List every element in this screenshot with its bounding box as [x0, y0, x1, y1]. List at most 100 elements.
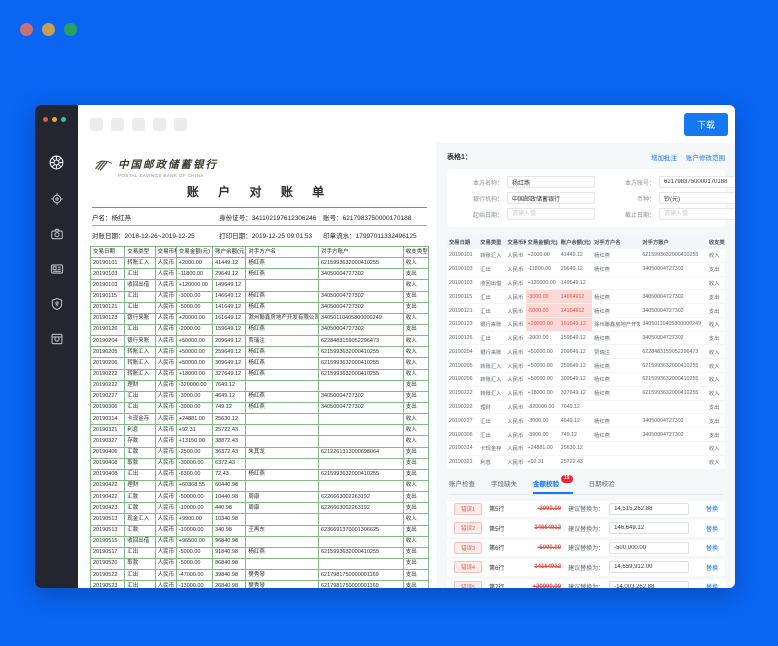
replace-button[interactable]: 替换 — [706, 582, 718, 588]
extracted-table-row[interactable]: 20190306 汇出 人民币 -3900.00 749.12 杨红燕 34050004… — [447, 427, 725, 442]
validation-tab[interactable]: 账户检查 — [449, 478, 475, 494]
error-row: 错误2 第5行 14664912 建议替换为： 替换 — [447, 520, 725, 537]
statement-table-row: 20190522 汇出 人民币 -47000.00 39840.98 樊秀琴 62179… — [89, 569, 430, 582]
error-old-value: -3000.00 — [537, 505, 562, 512]
zoom-icon[interactable] — [61, 117, 66, 122]
camera-icon[interactable] — [50, 227, 64, 241]
error-row: 错误1 第5行 -3000.00 建议替换为： 替换 — [447, 500, 725, 517]
extracted-table-row[interactable]: 20190321 利息 人民币 +92.31 25722.43 收入 — [447, 455, 725, 470]
zoom-icon[interactable] — [64, 23, 77, 36]
replacement-value-input[interactable] — [609, 541, 690, 554]
replace-button[interactable]: 替换 — [706, 543, 718, 552]
error-tag: 错误1 — [454, 502, 483, 515]
download-button[interactable]: 下载 — [683, 112, 728, 136]
replacement-value-input[interactable] — [609, 502, 690, 515]
extracted-table-row[interactable]: 20190101 转账汇入 人民币 +2000.00 41449.12 杨红燕 6215… — [447, 249, 725, 263]
statement-table-row: 20190406 汇款 人民币 -2500.00 36372.43 朱其龙 621226… — [89, 446, 430, 459]
extracted-table-row[interactable]: 20190222 理财 人民币 -320000.00 7649.12 支出 — [447, 400, 725, 415]
seal-serial: 17997011332496125 — [355, 232, 417, 240]
app-logo-icon[interactable] — [48, 154, 65, 171]
replace-button[interactable]: 替换 — [706, 504, 718, 513]
validation-tab[interactable]: 金额校验19 — [533, 474, 573, 494]
toolbar-placeholder-tab[interactable] — [90, 117, 103, 131]
currency-field[interactable] — [659, 192, 735, 204]
suggest-label: 建议替换为： — [568, 507, 605, 514]
bank-name-en: POSTAL SAVINGS BANK OF CHINA — [118, 173, 204, 178]
statement-table-row: 20190121 汇出 人民币 -5000.00 141649.12 杨红燕 34050… — [89, 301, 430, 314]
replace-button[interactable]: 替换 — [706, 563, 718, 572]
extracted-table-row[interactable]: 20190206 转账汇入 人民币 +50000.00 309649.12 杨红燕 62… — [447, 372, 725, 387]
add-annotation-link[interactable]: 增加批注 — [651, 152, 677, 162]
database-icon[interactable] — [50, 332, 64, 346]
extracted-table-row[interactable]: 20190227 汇出 人民币 -3000.00 4649.12 杨红燕 3405000… — [447, 413, 725, 429]
statement-table-row: 20190422 理财 人民币 +60368.55 60440.98 收入 — [89, 479, 430, 493]
statement-table-row: 20190103 汇出 人民币 -11800.00 29649.12 杨红燕 34050… — [89, 268, 430, 281]
print-date: 2019-12-25 09:01:53 — [251, 232, 313, 240]
account-label: 本方账号： — [624, 180, 655, 187]
statement-title: 账 户 对 账 单 — [186, 185, 333, 199]
validation-tab[interactable]: 日期校验 — [589, 478, 615, 494]
statement-table-row: 20190327 存款 人民币 +13150.00 38872.43 收入 — [89, 435, 430, 448]
name-field[interactable] — [507, 176, 595, 188]
error-line-ref: 第7行 — [489, 582, 515, 588]
minimize-icon[interactable] — [42, 23, 55, 36]
id-card-icon[interactable] — [50, 262, 64, 276]
account-field[interactable] — [659, 176, 735, 188]
extracted-table-row[interactable]: 20190126 汇出 人民币 -2000.00 159649.12 杨红燕 34050… — [447, 331, 725, 346]
statement-period: 2018-12-26~2019-12-25 — [124, 232, 195, 240]
extracted-table-row[interactable]: 20190222 转账汇入 人民币 +18000.00 327649.12 杨红燕 62… — [447, 386, 725, 401]
replacement-value-input[interactable] — [609, 561, 690, 574]
statement-table-row: 20190408 取款 人民币 -30000.00 6372.43 支出 — [89, 457, 430, 470]
replacement-value-input[interactable] — [609, 522, 690, 535]
extracted-table-row[interactable]: 20190115 汇出 人民币 -3000.00 14664912 杨红燕 340500… — [447, 289, 725, 305]
statement-table-row: 20190520 取款 人民币 -5000.00 86840.98 支出 — [89, 557, 430, 571]
suggest-label: 建议替换为： — [568, 526, 605, 533]
extracted-table-row[interactable]: 20190204 银行来账 人民币 +50000.00 209649.12 贾瑞注 62… — [447, 344, 725, 360]
error-line-ref: 第6行 — [489, 565, 505, 572]
end-date-field[interactable] — [659, 208, 735, 220]
validation-tab[interactable]: 字段缺失 — [491, 478, 517, 494]
toolbar-placeholder-tab[interactable] — [111, 117, 124, 131]
gear-icon[interactable] — [50, 192, 64, 206]
statement-table-row: 20190123 银行来账 人民币 +20000.00 161649.12 滁州聯鑫房地… — [89, 312, 430, 325]
statement-table-row: 20190423 汇款 人民币 -10000.00 440.98 周康 62266630… — [89, 502, 430, 515]
extracted-table-row[interactable]: 20190103 汇出 人民币 -11800.00 29649.12 杨红燕 34050… — [447, 262, 725, 277]
extracted-table-row[interactable]: 20190205 转账汇入 人民币 +50000.00 259649.12 杨红燕 62… — [447, 358, 725, 374]
start-date-field[interactable] — [507, 208, 595, 220]
suggest-label: 建议替换为： — [568, 565, 605, 572]
error-row: 错误5 第7行 +20000.00 建议替换为： 替换 — [447, 578, 725, 588]
inner-window-controls — [35, 117, 66, 122]
error-count-badge: 19 — [561, 474, 573, 483]
statement-table-row: 20190222 转账汇入 人民币 +18000.00 327649.12 杨红燕 62… — [89, 368, 430, 381]
close-icon[interactable] — [43, 117, 48, 122]
statement-table-row: 20190101 转账汇入 人民币 +2000.00 41449.12 杨红燕 6215… — [89, 257, 430, 270]
statement-table-row: 20190204 银行来账 人民币 +50000.00 209649.12 贾瑞注 62… — [89, 335, 430, 348]
extracted-table-row[interactable]: 20190123 银行来账 人民币 +20000.00 161649.12 滁州聯鑫房… — [447, 317, 725, 332]
error-line-ref: 第5行 — [489, 507, 505, 514]
statement-table-row: 20190517 汇出 人民币 -5000.00 91840.98 杨红燕 621599… — [89, 546, 430, 559]
extracted-table-row[interactable]: 20190314 卡现金存 人民币 +24881.00 25630.12 收入 — [447, 441, 725, 456]
replacement-value-input[interactable] — [609, 580, 690, 588]
name-label: 本方名称： — [472, 180, 503, 187]
shield-icon[interactable] — [50, 297, 64, 311]
close-icon[interactable] — [20, 23, 33, 36]
statement-table-row: 20190103 收回出借 人民币 +120000.00 149649.12 收入 — [89, 279, 430, 292]
statement-table-row: 20190515 收回出借 人民币 +96500.00 96840.98 收入 — [89, 535, 430, 548]
toolbar-placeholder-tab[interactable] — [153, 117, 166, 131]
bank-logo-icon — [94, 157, 114, 178]
statement-table-header: 交易日期交易类型 交易币种交易金额(元) 账户余额(元)对手方户名 对手方账户收… — [89, 245, 430, 259]
os-window-controls — [20, 23, 77, 36]
bank-name: 中国邮政储蓄银行 — [118, 160, 218, 171]
toolbar-placeholder-tab[interactable] — [132, 117, 145, 131]
bank-field[interactable] — [507, 192, 595, 204]
minimize-icon[interactable] — [52, 117, 57, 122]
error-old-value: 14164912 — [534, 564, 562, 571]
extracted-table-row[interactable]: 20190103 收回出借 人民币 +120000.00 149649.12 收入 — [447, 276, 725, 291]
account-modify-scope-link[interactable]: 账户修改范围 — [686, 152, 725, 162]
statement-table: 交易日期交易类型 交易币种交易金额(元) 账户余额(元)对手方户名 对手方账户收… — [89, 245, 430, 588]
extracted-table-row[interactable]: 20190121 汇出 人民币 -5000.00 14164912 杨红燕 340500… — [447, 303, 725, 318]
toolbar-placeholder-tab[interactable] — [174, 117, 187, 131]
id-number: 341102197612306246 — [251, 214, 317, 222]
error-old-value: 14664912 — [534, 525, 562, 532]
replace-button[interactable]: 替换 — [706, 524, 718, 533]
